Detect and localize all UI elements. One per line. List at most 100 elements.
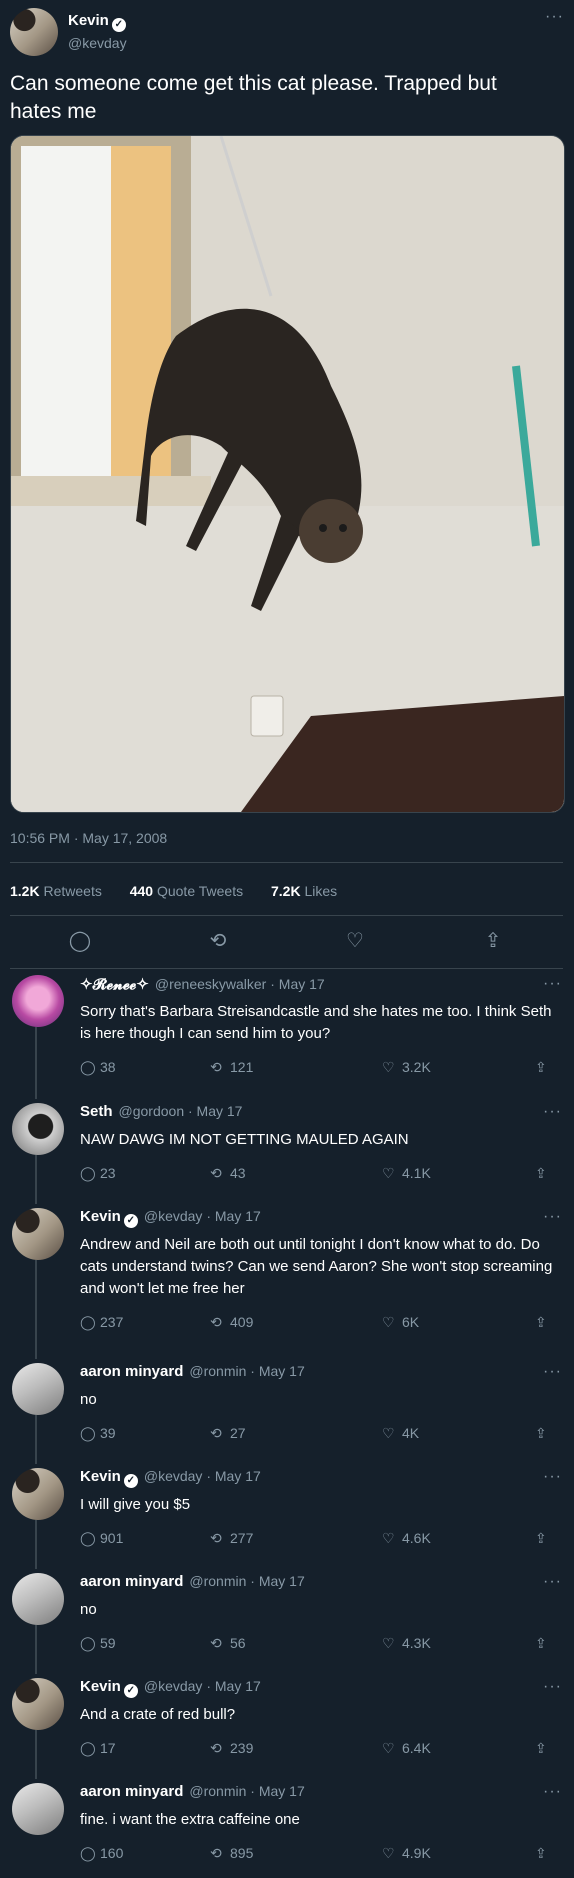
- quotes-stat[interactable]: 440 Quote Tweets: [130, 883, 243, 899]
- avatar[interactable]: [12, 975, 64, 1027]
- author-handle[interactable]: @gordoon · May 17: [119, 1103, 243, 1119]
- main-tweet-header: Kevin ✓ @kevday ···: [10, 8, 564, 56]
- like-count[interactable]: ♡ 6K: [382, 1314, 419, 1331]
- author-name[interactable]: Kevin: [80, 1208, 121, 1225]
- more-icon[interactable]: ···: [543, 1573, 562, 1591]
- more-icon[interactable]: ···: [543, 1468, 562, 1486]
- author-name[interactable]: aaron minyard: [80, 1573, 183, 1590]
- author-name[interactable]: ✧𝓡𝓮𝓷𝓮𝓮✧: [80, 976, 149, 993]
- share-icon[interactable]: ⇪: [535, 1314, 555, 1331]
- share-icon[interactable]: ⇪: [535, 1845, 555, 1862]
- reply-actions: ◯ 59 ⟲ 56 ♡ 4.3K ⇪: [80, 1635, 560, 1657]
- reply-count[interactable]: ◯ 237: [80, 1314, 123, 1331]
- author-name[interactable]: Kevin: [68, 12, 109, 29]
- retweet-count[interactable]: ⟲ 27: [210, 1425, 246, 1442]
- tweet-timestamp[interactable]: 10:56 PM · May 17, 2008: [10, 830, 167, 846]
- reply-text: Sorry that's Barbara Streisandcastle and…: [80, 1003, 552, 1042]
- more-icon[interactable]: ···: [543, 1363, 562, 1381]
- like-count[interactable]: ♡ 6.4K: [382, 1740, 431, 1757]
- like-count-value: 4.9K: [402, 1845, 431, 1861]
- retweet-count[interactable]: ⟲ 409: [210, 1314, 253, 1331]
- retweet-count[interactable]: ⟲ 895: [210, 1845, 253, 1862]
- avatar[interactable]: [12, 1573, 64, 1625]
- verified-icon: ✓: [111, 18, 126, 32]
- author-handle[interactable]: @kevday · May 17: [144, 1678, 261, 1694]
- retweet-icon: ⟲: [210, 1530, 222, 1546]
- reply-icon: ◯: [80, 1530, 96, 1546]
- reply-count[interactable]: ◯ 901: [80, 1530, 123, 1547]
- share-icon[interactable]: ⇪: [535, 1740, 555, 1757]
- thread-connector: [35, 1730, 37, 1779]
- share-icon[interactable]: ⇪: [535, 1635, 555, 1652]
- author-name[interactable]: Kevin: [80, 1678, 121, 1695]
- reply-header: aaron minyard @ronmin · May 17: [80, 1573, 305, 1590]
- retweet-count[interactable]: ⟲ 121: [210, 1059, 253, 1076]
- avatar[interactable]: [12, 1363, 64, 1415]
- like-count[interactable]: ♡ 4K: [382, 1425, 419, 1442]
- reply-count[interactable]: ◯ 59: [80, 1635, 116, 1652]
- author-handle[interactable]: @kevday · May 17: [144, 1468, 261, 1484]
- reply-actions: ◯ 901 ⟲ 277 ♡ 4.6K ⇪: [80, 1530, 560, 1552]
- author-name[interactable]: Seth: [80, 1103, 113, 1120]
- reply-count[interactable]: ◯ 23: [80, 1165, 116, 1182]
- avatar[interactable]: [12, 1468, 64, 1520]
- author-name[interactable]: aaron minyard: [80, 1363, 183, 1380]
- like-count-value: 4K: [402, 1425, 420, 1441]
- share-icon[interactable]: ⇪: [535, 1530, 555, 1547]
- thread-connector: [35, 1520, 37, 1569]
- heart-icon[interactable]: ♡: [340, 926, 370, 956]
- more-icon[interactable]: ···: [543, 975, 562, 993]
- share-icon[interactable]: ⇪: [535, 1425, 555, 1442]
- avatar[interactable]: [10, 8, 58, 56]
- reply-count-value: 237: [100, 1314, 124, 1330]
- reply-icon: ◯: [80, 1314, 96, 1330]
- tweet-photo[interactable]: [10, 135, 565, 813]
- author-handle[interactable]: @ronmin · May 17: [189, 1573, 304, 1589]
- author-handle[interactable]: @kevday · May 17: [144, 1208, 261, 1224]
- more-icon[interactable]: ···: [543, 1783, 562, 1801]
- reply-count[interactable]: ◯ 17: [80, 1740, 116, 1757]
- retweet-count-value: 895: [230, 1845, 254, 1861]
- avatar[interactable]: [12, 1103, 64, 1155]
- reply-count[interactable]: ◯ 160: [80, 1845, 123, 1862]
- reply-header: aaron minyard @ronmin · May 17: [80, 1783, 305, 1800]
- reply-actions: ◯ 23 ⟲ 43 ♡ 4.1K ⇪: [80, 1165, 560, 1187]
- retweet-count-value: 56: [230, 1635, 246, 1651]
- more-icon[interactable]: ···: [543, 1103, 562, 1121]
- more-icon[interactable]: ···: [545, 8, 564, 26]
- share-icon[interactable]: ⇪: [478, 926, 508, 956]
- share-icon[interactable]: ⇪: [535, 1059, 555, 1076]
- retweet-count[interactable]: ⟲ 239: [210, 1740, 253, 1757]
- author-handle[interactable]: @ronmin · May 17: [189, 1363, 304, 1379]
- like-count[interactable]: ♡ 4.6K: [382, 1530, 431, 1547]
- like-count[interactable]: ♡ 4.9K: [382, 1845, 431, 1862]
- author-name[interactable]: aaron minyard: [80, 1783, 183, 1800]
- retweet-count[interactable]: ⟲ 43: [210, 1165, 246, 1182]
- more-icon[interactable]: ···: [543, 1208, 562, 1226]
- like-count[interactable]: ♡ 3.2K: [382, 1059, 431, 1076]
- share-icon-icon: ⇪: [535, 1740, 547, 1756]
- share-icon[interactable]: ⇪: [535, 1165, 555, 1182]
- like-count[interactable]: ♡ 4.3K: [382, 1635, 431, 1652]
- like-count[interactable]: ♡ 4.1K: [382, 1165, 431, 1182]
- author-handle[interactable]: @reneeskywalker · May 17: [155, 976, 325, 992]
- more-icon[interactable]: ···: [543, 1678, 562, 1696]
- reply-count[interactable]: ◯ 38: [80, 1059, 116, 1076]
- reply-count[interactable]: ◯ 39: [80, 1425, 116, 1442]
- retweet-count[interactable]: ⟲ 277: [210, 1530, 253, 1547]
- retweet-count-value: 27: [230, 1425, 246, 1441]
- likes-stat[interactable]: 7.2K Likes: [271, 883, 337, 899]
- author-handle[interactable]: @ronmin · May 17: [189, 1783, 304, 1799]
- thread-connector: [35, 1415, 37, 1464]
- retweet-icon[interactable]: ⟲: [203, 926, 233, 956]
- thread-connector: [35, 1625, 37, 1674]
- avatar[interactable]: [12, 1678, 64, 1730]
- author-handle[interactable]: @kevday: [68, 35, 127, 51]
- retweet-count[interactable]: ⟲ 56: [210, 1635, 246, 1652]
- retweets-stat[interactable]: 1.2K Retweets: [10, 883, 102, 899]
- reply-icon[interactable]: ◯: [65, 926, 95, 956]
- retweet-icon: ⟲: [210, 1059, 222, 1075]
- avatar[interactable]: [12, 1783, 64, 1835]
- avatar[interactable]: [12, 1208, 64, 1260]
- author-name[interactable]: Kevin: [80, 1468, 121, 1485]
